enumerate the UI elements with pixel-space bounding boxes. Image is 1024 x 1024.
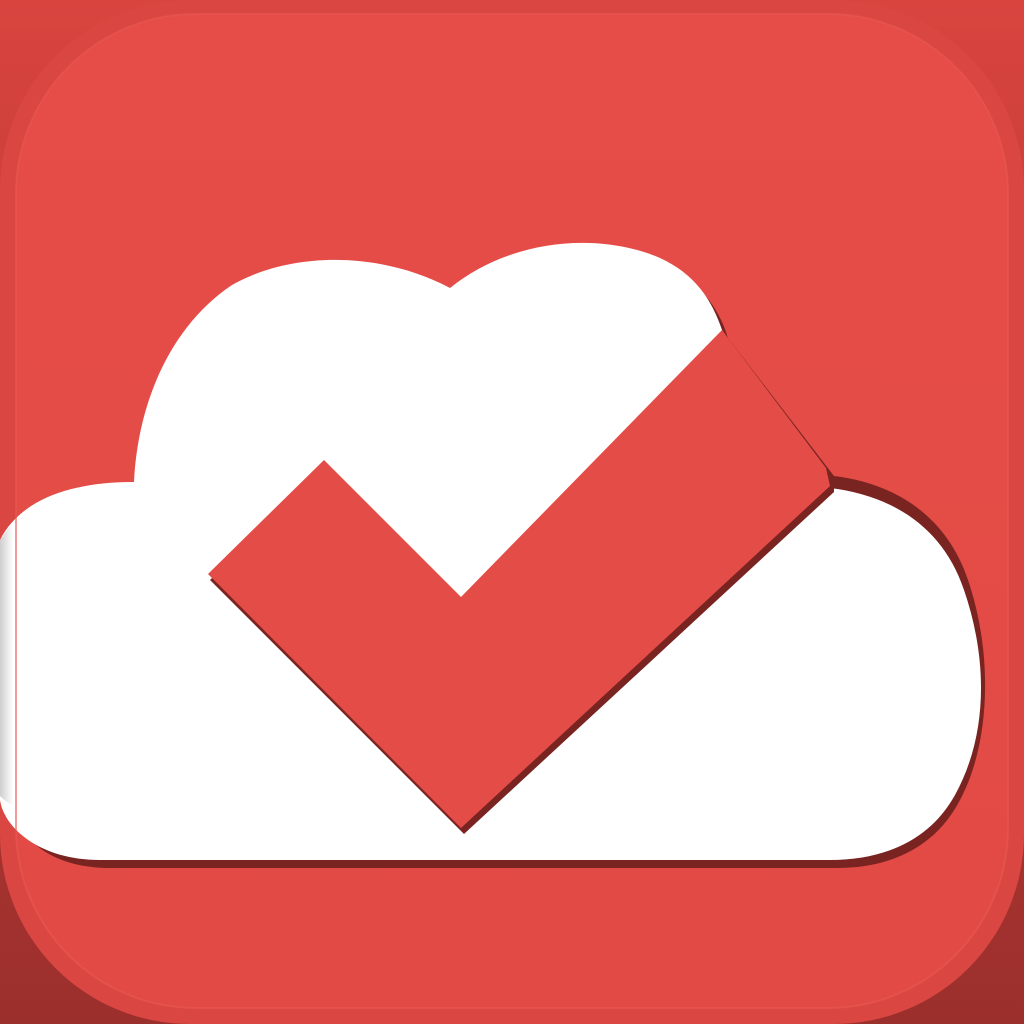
app-icon	[0, 0, 1024, 1024]
app-icon-graphic	[0, 0, 1024, 1024]
cloud-left-sheen	[0, 514, 22, 810]
